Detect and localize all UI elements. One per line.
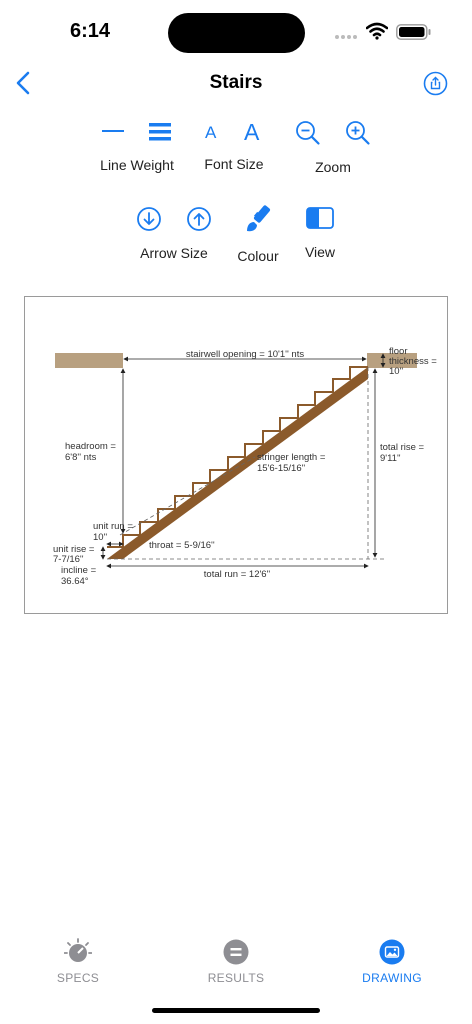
zoom-in-button[interactable] — [345, 120, 371, 146]
line-weight-thick-button[interactable] — [148, 121, 172, 143]
page-title: Stairs — [209, 72, 263, 93]
stair-diagram: stairwell opening = 10'1'' nts floor thi… — [53, 346, 437, 587]
share-button[interactable] — [423, 71, 448, 96]
arrow-size-decrease-button[interactable] — [136, 206, 162, 232]
incline-text-2: 36.64° — [61, 576, 89, 587]
stairwell-opening-text: stairwell opening = 10'1'' nts — [186, 349, 304, 360]
zoom-label: Zoom — [315, 159, 351, 175]
arrow-up-circle-icon — [187, 207, 211, 231]
font-size-decrease-button[interactable]: A — [205, 123, 216, 143]
colour-button[interactable] — [244, 204, 272, 234]
split-view-icon — [306, 207, 334, 229]
status-time: 6:14 — [70, 20, 111, 42]
incline-text-1: incline = — [61, 565, 97, 576]
tab-drawing[interactable]: DRAWING — [342, 938, 442, 988]
arrow-size-label: Arrow Size — [140, 245, 208, 261]
share-icon — [423, 71, 448, 96]
unit-run-text-1: unit run = — [93, 521, 133, 532]
paintbrush-icon — [247, 205, 271, 232]
arrow-size-increase-button[interactable] — [186, 206, 212, 232]
floor-thickness-text-3: 10'' — [389, 366, 403, 377]
tab-specs[interactable]: SPECS — [28, 938, 128, 988]
battery-icon — [396, 24, 432, 45]
equals-circle-icon — [223, 939, 249, 965]
line-thin-icon — [102, 130, 124, 132]
headroom-text-1: headroom = — [65, 441, 116, 452]
line-weight-label: Line Weight — [100, 157, 174, 173]
colour-label: Colour — [237, 248, 279, 264]
total-run-text: total run = 12'6'' — [204, 569, 271, 580]
total-rise-text-2: 9'11'' — [380, 453, 401, 464]
zoom-out-icon — [296, 121, 320, 145]
view-button[interactable] — [306, 207, 334, 229]
zoom-out-button[interactable] — [295, 120, 321, 146]
view-label: View — [304, 244, 336, 260]
unit-run-text-2: 10'' — [93, 532, 107, 543]
font-size-label: Font Size — [204, 156, 264, 172]
tab-specs-label: SPECS — [56, 971, 100, 985]
stringer — [107, 367, 368, 559]
line-thick-icon — [149, 123, 171, 141]
line-weight-thin-button[interactable] — [101, 121, 125, 141]
headroom-text-2: 6'8'' nts — [65, 452, 97, 463]
throat-text: throat = 5-9/16'' — [149, 540, 215, 551]
tab-results-label: RESULTS — [207, 971, 265, 985]
gauge-icon — [64, 938, 92, 962]
unit-rise-text-2: 7-7/16'' — [53, 554, 84, 565]
tab-results[interactable]: RESULTS — [186, 938, 286, 988]
stair-drawing-canvas[interactable]: stairwell opening = 10'1'' nts floor thi… — [24, 296, 448, 614]
total-rise-text-1: total rise = — [380, 442, 425, 453]
arrow-down-circle-icon — [137, 207, 161, 231]
zoom-in-icon — [346, 121, 370, 145]
photo-circle-icon — [379, 939, 405, 965]
wifi-icon — [365, 22, 389, 45]
cellular-signal-icon — [334, 28, 358, 46]
lower-floor-slab — [55, 353, 123, 368]
dynamic-island — [168, 13, 305, 53]
tab-drawing-label: DRAWING — [362, 971, 422, 985]
font-size-increase-button[interactable]: A — [244, 119, 259, 146]
home-indicator — [152, 1008, 320, 1013]
stringer-length-text-2: 15'6-15/16'' — [257, 463, 305, 474]
stringer-length-text-1: stringer length = — [257, 452, 326, 463]
